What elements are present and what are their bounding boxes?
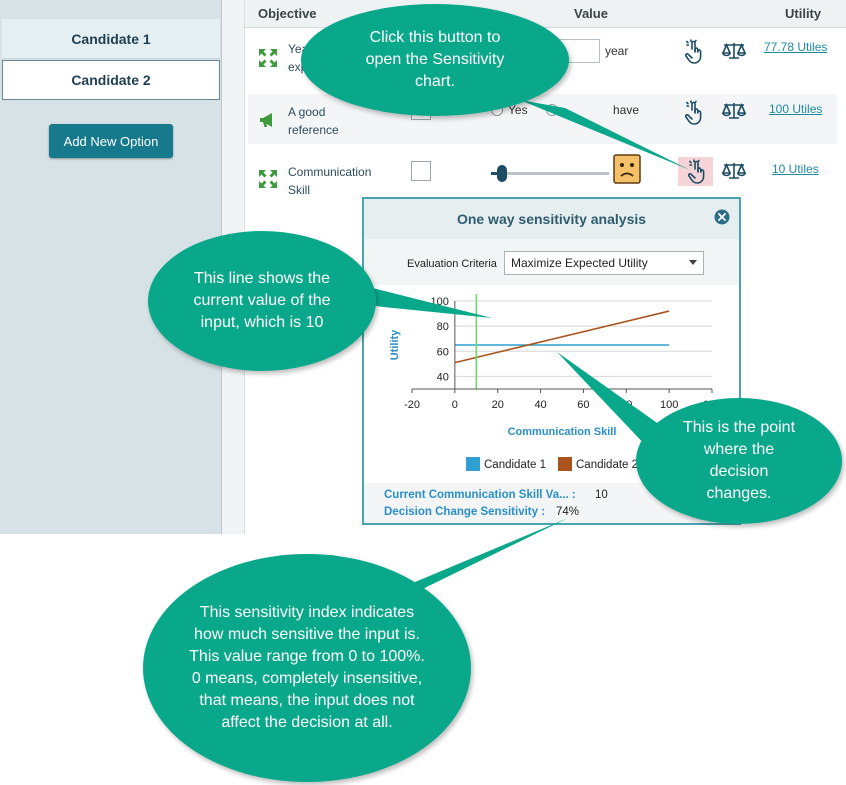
callout-decision-change-point: This is the point where the decision cha… (636, 398, 842, 524)
callout-current-value-line: This line shows the current value of the… (148, 231, 376, 371)
callout-open-sensitivity: Click this button to open the Sensitivit… (301, 4, 569, 116)
top-callout-pointer (520, 100, 690, 170)
callout-sensitivity-index: This sensitivity index indicates how muc… (143, 554, 471, 782)
app-window: Candidate 1 Candidate 2 Add New Option O… (0, 0, 846, 785)
